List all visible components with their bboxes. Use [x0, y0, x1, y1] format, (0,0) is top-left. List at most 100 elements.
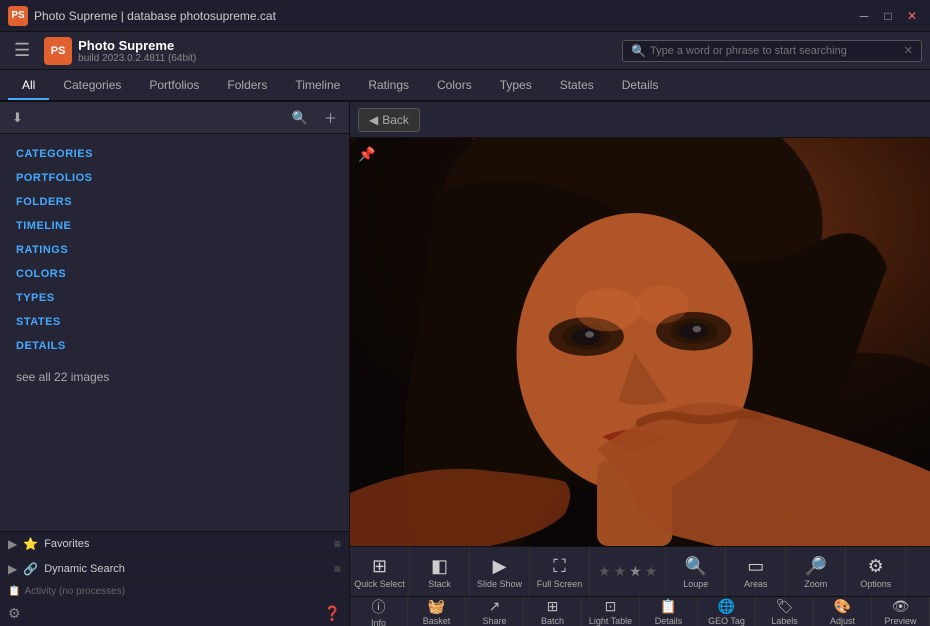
settings-icon[interactable]: ⚙: [8, 605, 21, 622]
content-area: ◀ Back: [350, 102, 930, 626]
options-label: Options: [860, 579, 891, 589]
app-logo: PS Photo Supreme build 2023.0.2.4811 (64…: [44, 37, 196, 65]
star-2[interactable]: ★: [614, 563, 627, 580]
tab-folders[interactable]: Folders: [213, 72, 281, 100]
share-label: Share: [482, 616, 506, 626]
search-input[interactable]: [650, 45, 904, 57]
loupe-button[interactable]: 🔍 Loupe: [666, 547, 726, 597]
geo-tag-button[interactable]: 🌐 GEO Tag: [698, 597, 756, 626]
close-button[interactable]: ✕: [902, 8, 922, 24]
star-1[interactable]: ★: [598, 563, 611, 580]
share-button[interactable]: ↗ Share: [466, 597, 524, 626]
light-table-button[interactable]: ⊡ Light Table: [582, 597, 640, 626]
details-button[interactable]: 📋 Details: [640, 597, 698, 626]
full-screen-label: Full Screen: [537, 579, 583, 589]
batch-button[interactable]: ⊞ Batch: [524, 597, 582, 626]
zoom-button[interactable]: 🔎 Zoom: [786, 547, 846, 597]
bottom-bar: ⊞ Quick Select ◧ Stack ▶ Slide Show ⛶ Fu…: [350, 546, 930, 626]
sidebar-bottom: ▶ ⭐ Favorites ≡ ▶ 🔗 Dynamic Search ≡ 📋 A…: [0, 531, 349, 626]
dynamic-search-label: Dynamic Search: [44, 563, 328, 575]
quick-select-button[interactable]: ⊞ Quick Select: [350, 547, 410, 597]
sidebar-item-colors[interactable]: COLORS: [0, 262, 349, 286]
stack-label: Stack: [428, 579, 451, 589]
tab-portfolios[interactable]: Portfolios: [135, 72, 213, 100]
basket-label: Basket: [423, 616, 451, 626]
tab-colors[interactable]: Colors: [423, 72, 486, 100]
back-button[interactable]: ◀ Back: [358, 108, 420, 132]
build-info: build 2023.0.2.4811 (64bit): [78, 53, 196, 64]
tab-timeline[interactable]: Timeline: [281, 72, 354, 100]
geo-tag-label: GEO Tag: [708, 616, 745, 626]
dynamic-search-menu-icon[interactable]: ≡: [334, 562, 341, 576]
sidebar-item-timeline[interactable]: TIMELINE: [0, 214, 349, 238]
star-3[interactable]: ★: [629, 563, 642, 580]
add-icon[interactable]: ＋: [320, 106, 341, 129]
logo-text: Photo Supreme build 2023.0.2.4811 (64bit…: [78, 38, 196, 64]
search-box[interactable]: 🔍 ✕: [622, 40, 922, 62]
info-button[interactable]: ⓘ Info: [350, 597, 408, 626]
sidebar-settings-row: ⚙ ❓: [0, 601, 349, 626]
sidebar-dynamic-search-item[interactable]: ▶ 🔗 Dynamic Search ≡: [0, 557, 349, 582]
light-table-icon: ⊡: [605, 598, 617, 615]
app-name: Photo Supreme: [78, 38, 196, 53]
sidebar-item-states[interactable]: STATES: [0, 310, 349, 334]
star-4[interactable]: ★: [645, 563, 658, 580]
sidebar-item-ratings[interactable]: RATINGS: [0, 238, 349, 262]
preview-button[interactable]: 👁 Preview: [872, 597, 930, 626]
areas-button[interactable]: ▭ Areas: [726, 547, 786, 597]
search-icon[interactable]: 🔍: [288, 108, 312, 128]
pin-icon[interactable]: 📌: [358, 146, 375, 163]
sidebar-item-portfolios[interactable]: PORTFOLIOS: [0, 166, 349, 190]
sidebar-item-folders[interactable]: FOLDERS: [0, 190, 349, 214]
tab-details[interactable]: Details: [608, 72, 673, 100]
tab-categories[interactable]: Categories: [49, 72, 135, 100]
dynamic-search-icon: 🔗: [23, 562, 38, 576]
labels-button[interactable]: 🏷 Labels: [756, 597, 814, 626]
expand-icon-2: ▶: [8, 562, 17, 576]
loupe-label: Loupe: [683, 579, 708, 589]
loupe-icon: 🔍: [685, 556, 707, 577]
back-label: Back: [382, 113, 409, 127]
header-row: ☰ PS Photo Supreme build 2023.0.2.4811 (…: [0, 32, 930, 70]
basket-button[interactable]: 🧺 Basket: [408, 597, 466, 626]
nav-tabs: All Categories Portfolios Folders Timeli…: [0, 70, 930, 102]
zoom-label: Zoom: [804, 579, 827, 589]
window-controls: ─ □ ✕: [854, 8, 922, 24]
maximize-button[interactable]: □: [878, 8, 898, 24]
tab-ratings[interactable]: Ratings: [354, 72, 423, 100]
help-icon[interactable]: ❓: [324, 605, 341, 622]
batch-icon: ⊞: [547, 598, 559, 615]
tab-all[interactable]: All: [8, 72, 49, 100]
filter-icon[interactable]: ⬇: [8, 108, 27, 128]
labels-label: Labels: [771, 616, 798, 626]
slide-show-button[interactable]: ▶ Slide Show: [470, 547, 530, 597]
tab-states[interactable]: States: [546, 72, 608, 100]
sidebar-favorites-item[interactable]: ▶ ⭐ Favorites ≡: [0, 532, 349, 557]
options-button[interactable]: ⚙ Options: [846, 547, 906, 597]
main-layout: ⬇ 🔍 ＋ CATEGORIES PORTFOLIOS FOLDERS TIME…: [0, 102, 930, 626]
clear-search-icon[interactable]: ✕: [904, 44, 913, 57]
stack-icon: ◧: [431, 556, 448, 577]
favorites-star-icon: ⭐: [23, 537, 38, 551]
see-all-images[interactable]: see all 22 images: [0, 358, 349, 396]
expand-icon: ▶: [8, 537, 17, 551]
tab-types[interactable]: Types: [486, 72, 546, 100]
full-screen-icon: ⛶: [553, 556, 566, 577]
zoom-icon: 🔎: [805, 556, 827, 577]
areas-label: Areas: [744, 579, 768, 589]
sidebar-item-types[interactable]: TYPES: [0, 286, 349, 310]
sidebar-item-categories[interactable]: CATEGORIES: [0, 142, 349, 166]
favorites-menu-icon[interactable]: ≡: [334, 537, 341, 551]
info-icon: ⓘ: [372, 597, 386, 617]
back-chevron-icon: ◀: [369, 113, 378, 127]
adjust-button[interactable]: 🎨 Adjust: [814, 597, 872, 626]
sidebar-item-details[interactable]: DETAILS: [0, 334, 349, 358]
batch-label: Batch: [541, 616, 564, 626]
stack-button[interactable]: ◧ Stack: [410, 547, 470, 597]
hamburger-menu[interactable]: ☰: [8, 38, 36, 63]
activity-text: Activity (no processes): [24, 586, 125, 597]
minimize-button[interactable]: ─: [854, 8, 874, 24]
full-screen-button[interactable]: ⛶ Full Screen: [530, 547, 590, 597]
back-bar: ◀ Back: [350, 102, 930, 138]
portrait-image: [350, 138, 930, 546]
